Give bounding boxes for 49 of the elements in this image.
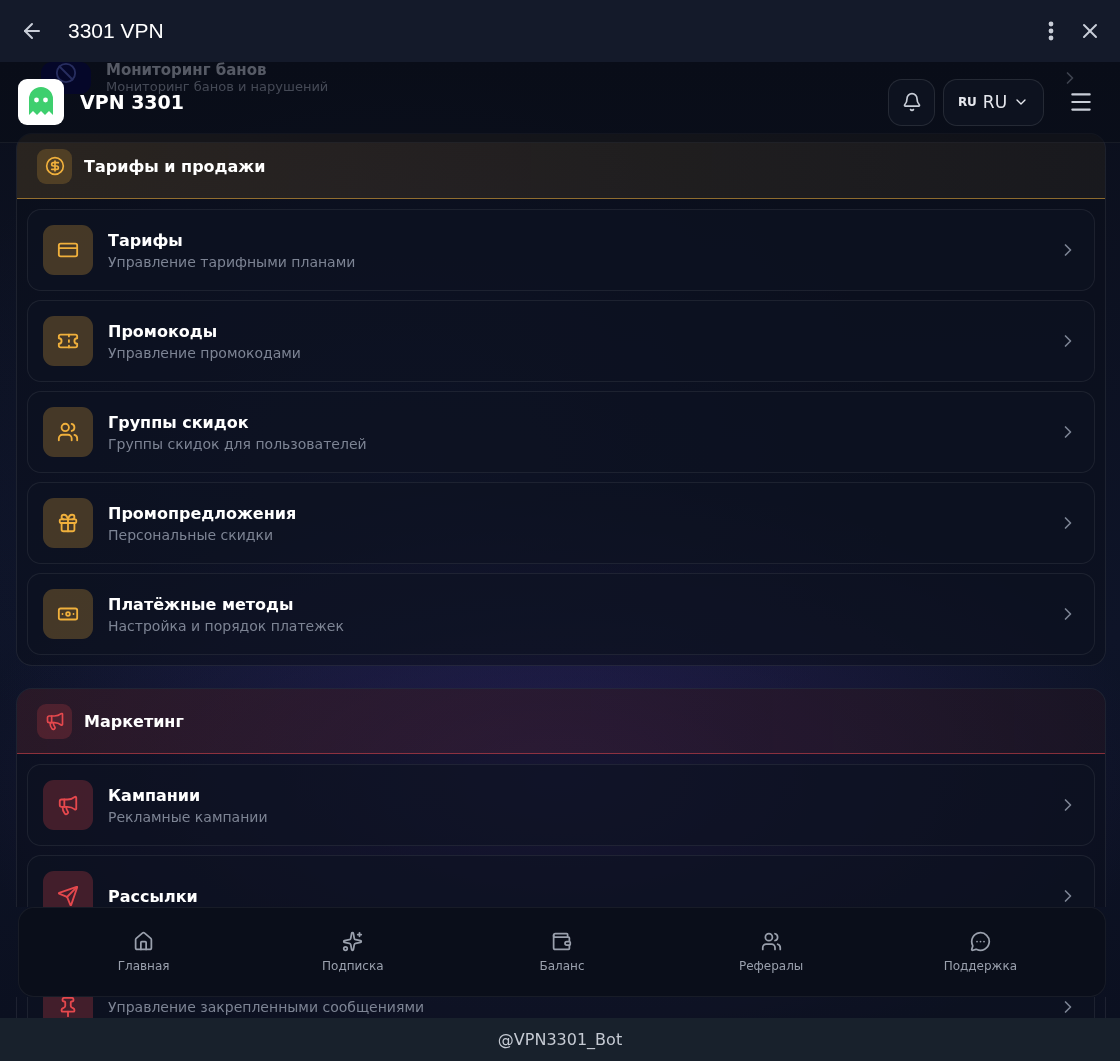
more-options-button[interactable] [1048, 21, 1054, 41]
nav-tab[interactable]: Рефералы [701, 930, 842, 974]
menu-row[interactable]: Группы скидок Группы скидок для пользователей [27, 391, 1095, 473]
row-subtitle: Группы скидок для пользователей [108, 435, 368, 452]
wallet-icon [551, 931, 573, 952]
row-subtitle: Рекламные кампании [108, 808, 269, 825]
home-icon [133, 931, 155, 952]
row-subtitle: Управление закрепленными сообщениями [108, 999, 426, 1015]
row-subtitle: Управление промокодами [108, 344, 302, 361]
section-title: Тарифы и продажи [84, 156, 266, 176]
row-title: Мониторинг банов [106, 62, 267, 79]
gift-icon [57, 512, 79, 534]
menu-row[interactable]: Промопредложения Персональные скидки [27, 482, 1095, 564]
ghost-logo-icon [18, 79, 64, 125]
row-title: Промокоды [108, 321, 219, 341]
app-name: VPN 3301 [80, 92, 185, 112]
menu-row[interactable]: Промокоды Управление промокодами [27, 300, 1095, 382]
section-title: Маркетинг [84, 711, 184, 731]
ban-icon [55, 62, 77, 84]
nav-tab[interactable]: Главная [73, 930, 214, 974]
row-title: Платёжные методы [108, 594, 295, 614]
row-subtitle: Настройка и порядок платежек [108, 617, 345, 634]
nav-tab[interactable]: Подписка [282, 930, 423, 974]
group-icon [57, 421, 79, 443]
notifications-button[interactable] [888, 78, 935, 126]
menu-row[interactable]: Рассылки [27, 855, 1095, 907]
bell-icon [901, 92, 922, 112]
row-title: Тарифы [108, 230, 184, 250]
more-vertical-icon [1048, 21, 1054, 41]
row-title: Промопредложения [108, 503, 298, 523]
nav-tab[interactable]: Поддержка [910, 930, 1051, 974]
sparkles-icon [342, 931, 364, 952]
menu-row[interactable]: Платёжные методы Настройка и порядок платежек [27, 573, 1095, 655]
chat-bubble-icon [969, 931, 991, 952]
users-icon [760, 931, 782, 952]
row-title: Группы скидок [108, 412, 250, 432]
bot-username: @VPN3301_Bot [497, 1030, 623, 1049]
megaphone-icon [57, 794, 79, 816]
menu-row[interactable]: Тарифы Управление тарифными планами [27, 209, 1095, 291]
row-subtitle: Мониторинг банов и нарушений [106, 79, 329, 94]
window-title: 3301 VPN [68, 19, 165, 43]
row-subtitle: Управление тарифными планами [108, 253, 357, 270]
row-title: Кампании [108, 785, 202, 805]
paper-plane-icon [57, 885, 79, 907]
menu-row[interactable]: Кампании Рекламные кампании [27, 764, 1095, 846]
row-title: Рассылки [108, 886, 199, 906]
language-selector[interactable]: RU RU [943, 78, 1044, 126]
nav-tab[interactable]: Баланс [491, 930, 632, 974]
row-subtitle: Персональные скидки [108, 526, 274, 543]
